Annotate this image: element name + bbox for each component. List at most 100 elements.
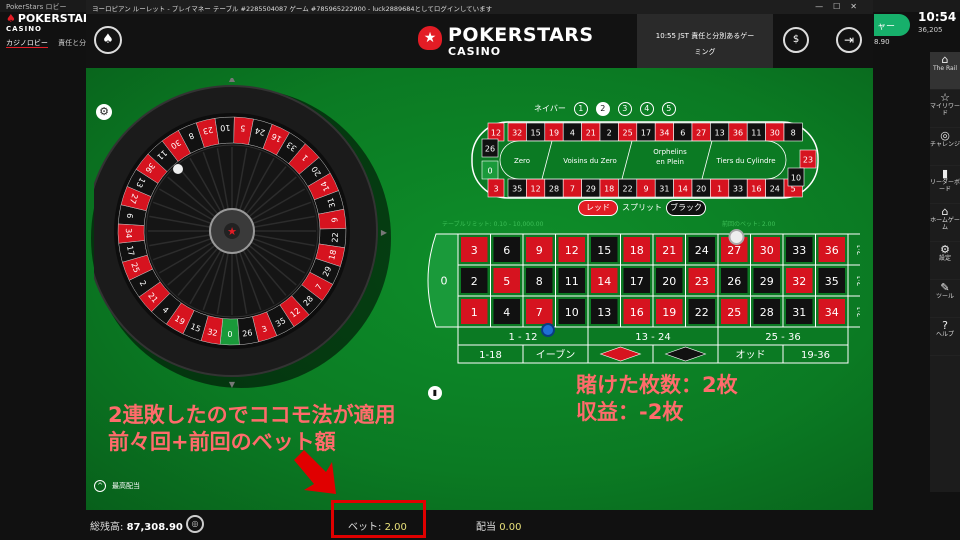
number-label: 9 <box>536 244 543 257</box>
racetrack-number: 28 <box>549 185 559 194</box>
number-label: 4 <box>503 306 510 319</box>
number-label: 23 <box>695 275 709 288</box>
number-label: 31 <box>792 306 806 319</box>
neighbor-option-1[interactable]: 1 <box>573 102 588 116</box>
wheel-number: 17 <box>125 245 136 257</box>
racetrack-number: 34 <box>659 129 669 138</box>
game-header: ♠ ★ POKERSTARS CASINO 10:55 JST 責任と分別あるゲ… <box>86 14 873 68</box>
logo-text: POKERSTARS <box>448 24 594 46</box>
cashier-icon[interactable]: $ <box>783 27 809 53</box>
outside-bet-label: 19-36 <box>801 350 830 361</box>
game-title: ヨーロピアン ルーレット - プレイマネー テーブル #2285504087 ゲ… <box>92 5 493 13</box>
star-icon: ☆ <box>940 91 950 104</box>
rail-icon: ⌂ <box>941 53 949 66</box>
menu-spade-icon[interactable]: ♠ <box>94 26 122 54</box>
racetrack-number: 7 <box>570 185 575 194</box>
history-icon[interactable]: ◎ <box>186 515 204 533</box>
dozen-label: 1 - 12 <box>508 332 537 343</box>
rail-label: ツール <box>935 293 954 300</box>
racetrack-number: 31 <box>659 185 669 194</box>
exit-icon[interactable]: ⇥ <box>836 27 862 53</box>
rail-item-the-rail[interactable]: ⌂ The Rail <box>930 52 960 90</box>
annotation-right-line2: 収益：-2枚 <box>576 400 684 424</box>
number-label: 18 <box>630 244 644 257</box>
betting-board: 03 6 9 12 15 18 21 24 27 30 33 362 5 8 11 14 17 20 23 26 29 3… <box>427 229 860 364</box>
dozen-label: 25 - 36 <box>765 332 800 343</box>
racetrack-number: 4 <box>570 129 575 138</box>
racetrack-number: 14 <box>678 185 688 194</box>
chevron-up-icon: ^ <box>94 480 106 492</box>
racetrack-number: 26 <box>485 145 495 154</box>
hub-star-icon: ★ <box>227 225 237 238</box>
rail-item-challenges[interactable]: ◎ チャレンジ <box>930 128 960 166</box>
chip-count: 36,205 <box>918 26 943 34</box>
wheel-number: 0 <box>227 330 232 339</box>
roulette-ball <box>173 164 183 174</box>
racetrack: 32 15 19 4 21 2 25 17 34 6 27 13 36 11 30 835 12 28 7 29 18 2… <box>471 121 819 199</box>
black-button[interactable]: ブラック <box>666 200 706 216</box>
max-payout-label: 最高配当 <box>112 482 140 490</box>
racetrack-number: 12 <box>531 185 541 194</box>
racetrack-number: 23 <box>803 156 813 165</box>
bet-highlight-box <box>331 500 426 538</box>
neighbor-option-2[interactable]: 2 <box>595 102 610 116</box>
bars-icon: ▮ <box>941 167 949 180</box>
number-label: 26 <box>727 275 741 288</box>
rail-label: ホームゲーム <box>930 217 960 231</box>
rail-item-help[interactable]: ? ヘルプ <box>930 318 960 356</box>
number-label: 19 <box>662 306 676 319</box>
racetrack-section-label[interactable]: Orphelins <box>653 148 687 156</box>
roulette-wheel: 03215194212251734627133611308 23 10 5 24 1633… <box>94 78 388 388</box>
wheel-marker-icon: ▼ <box>229 380 236 388</box>
neighbor-option-4[interactable]: 4 <box>639 102 654 116</box>
rail-item-settings[interactable]: ⚙ 設定 <box>930 242 960 280</box>
annotation-right-line1: 賭けた枚数：2枚 <box>576 373 738 397</box>
rail-label: The Rail <box>932 65 958 72</box>
wheel-marker-icon: ▲ <box>229 78 236 83</box>
racetrack-section-label[interactable]: Tiers du Cylindre <box>716 157 776 165</box>
balance-value: 87,308.90 <box>126 522 183 533</box>
neighbors-label: ネイバー <box>534 104 566 113</box>
number-label: 29 <box>760 275 774 288</box>
roulette-window: ヨーロピアン ルーレット - プレイマネー テーブル #2285504087 ゲ… <box>86 0 873 540</box>
racetrack-number: 36 <box>733 129 743 138</box>
neighbor-option-3[interactable]: 3 <box>617 102 632 116</box>
racetrack-number: 22 <box>623 185 633 194</box>
racetrack-number: 11 <box>751 129 761 138</box>
annotation-left: 2連敗したのでココモ法が適用 前々回+前回のベット額 <box>108 402 396 456</box>
split-label: スプリット <box>622 203 662 212</box>
rail-item-home-games[interactable]: ⌂ ホームゲーム <box>930 204 960 242</box>
window-controls[interactable]: —☐✕ <box>815 2 867 11</box>
dozen-label: 13 - 24 <box>635 332 670 343</box>
wheel-number: 34 <box>124 228 133 238</box>
rail-item-leaderboard[interactable]: ▮ リーダーボード <box>930 166 960 204</box>
number-label: 24 <box>695 244 709 257</box>
racetrack-number: 33 <box>733 185 743 194</box>
rail-item-rewards[interactable]: ☆ マイリワード <box>930 90 960 128</box>
join-button[interactable]: ャー <box>874 14 910 36</box>
number-label: 5 <box>503 275 510 288</box>
outside-bet-label: イーブン <box>536 348 575 361</box>
racetrack-section-label[interactable]: Voisins du Zero <box>563 157 617 165</box>
number-label: 32 <box>792 275 806 288</box>
racetrack-number: 32 <box>512 129 522 138</box>
racetrack-number: 12 <box>491 129 501 138</box>
payout-label: 配当 <box>476 522 496 533</box>
racetrack-section-label[interactable]: en Plein <box>656 158 684 166</box>
gear-icon: ⚙ <box>940 243 950 256</box>
payout-value: 0.00 <box>499 522 522 533</box>
max-payout-toggle[interactable]: ^ 最高配当 <box>94 480 140 492</box>
number-label: 3 <box>471 244 478 257</box>
neighbor-option-5[interactable]: 5 <box>661 102 676 116</box>
number-label: 20 <box>662 275 676 288</box>
number-label: 36 <box>825 244 839 257</box>
red-button[interactable]: レッド <box>578 200 618 216</box>
racetrack-section-label[interactable]: Zero <box>514 157 530 165</box>
blue-chip-icon[interactable] <box>541 323 555 337</box>
responsible-gaming-panel[interactable]: 10:55 JST 責任と分別あるゲー ミング <box>637 14 773 68</box>
racetrack-number: 15 <box>531 129 541 138</box>
tab-casino-lobby[interactable]: カジノロビー <box>6 39 48 48</box>
stats-icon[interactable]: ▮ <box>428 386 442 400</box>
rail-label: マイリワード <box>930 103 960 117</box>
rail-item-tools[interactable]: ✎ ツール <box>930 280 960 318</box>
